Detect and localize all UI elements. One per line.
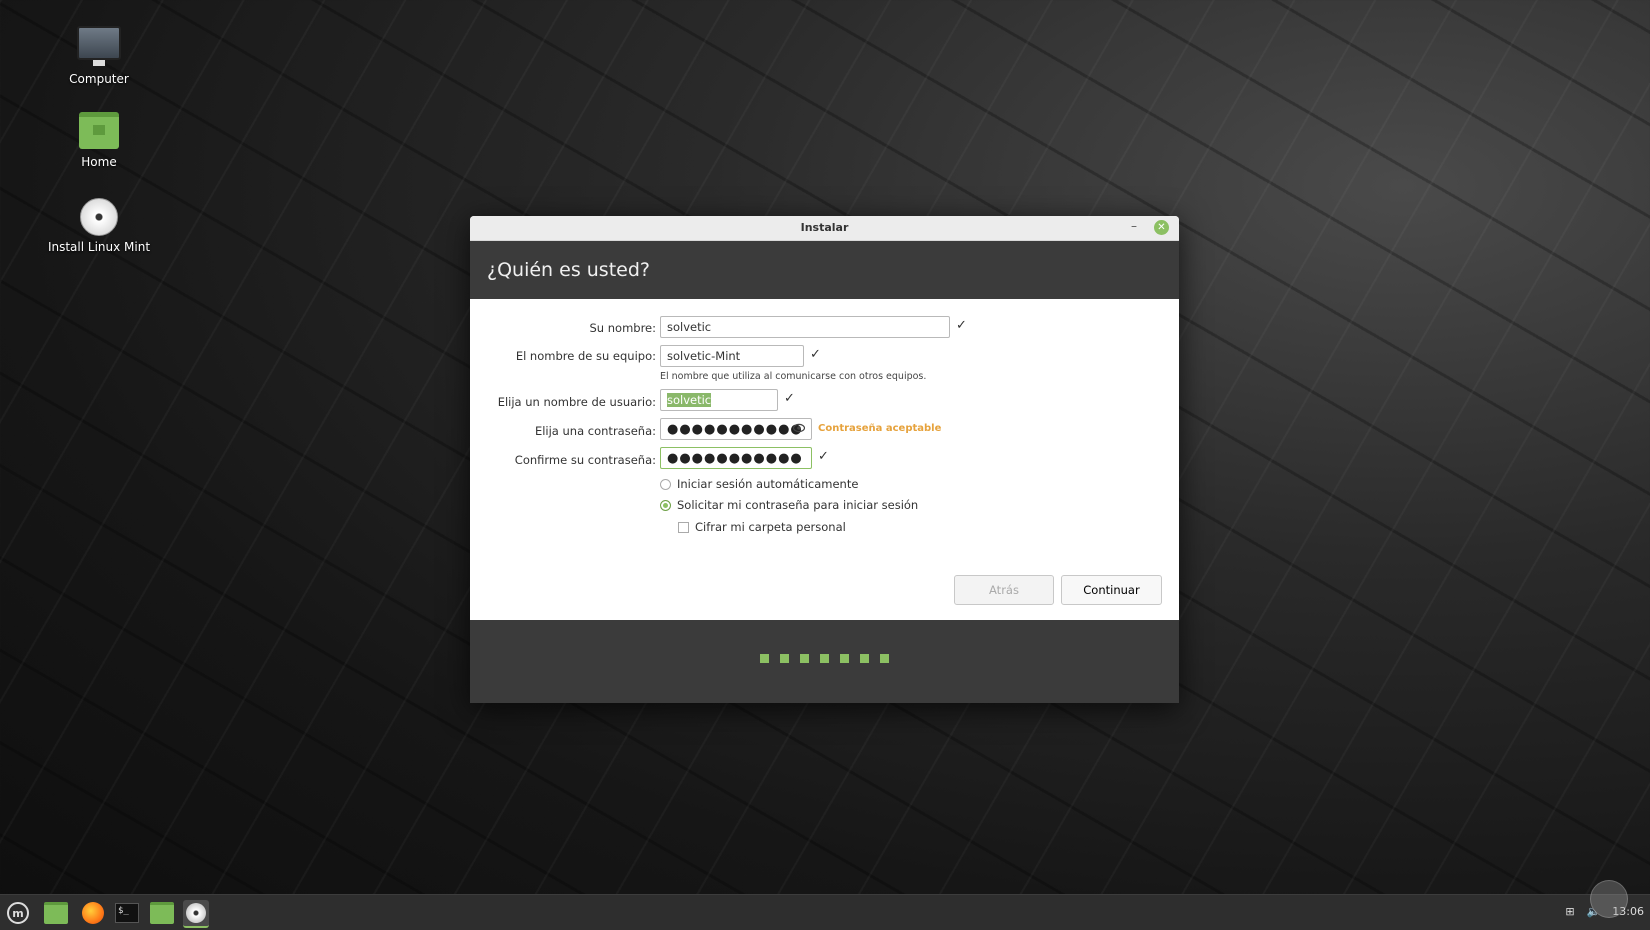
- check-icon: ✓: [810, 347, 821, 362]
- progress-steps: [470, 654, 1179, 663]
- show-password-icon[interactable]: [793, 422, 805, 434]
- check-icon: ✓: [956, 318, 967, 333]
- check-icon: ✓: [784, 391, 795, 406]
- encrypt-home-label: Cifrar mi carpeta personal: [695, 520, 846, 534]
- firefox-icon: [82, 902, 104, 924]
- terminal-launcher[interactable]: $_: [114, 900, 140, 926]
- files-launcher[interactable]: [149, 900, 175, 926]
- close-button[interactable]: ✕: [1154, 220, 1169, 235]
- show-desktop-button[interactable]: [43, 900, 69, 926]
- require-password-label: Solicitar mi contraseña para iniciar ses…: [677, 498, 919, 512]
- minimize-button[interactable]: –: [1127, 219, 1141, 233]
- menu-button[interactable]: m: [5, 900, 31, 926]
- disc-icon: [80, 198, 118, 236]
- installer-window: Instalar – ✕ ¿Quién es usted? Su nombre:…: [470, 216, 1179, 703]
- desktop-icon-label: Install Linux Mint: [47, 240, 151, 254]
- radio-autologin[interactable]: [660, 478, 671, 490]
- back-button[interactable]: Atrás: [954, 575, 1054, 605]
- autologin-option[interactable]: Iniciar sesión automáticamente: [660, 477, 858, 491]
- home-folder-icon: [79, 112, 119, 149]
- autologin-label: Iniciar sesión automáticamente: [677, 477, 859, 491]
- password-label: Elija una contraseña:: [534, 424, 656, 438]
- progress-step: [840, 654, 849, 663]
- terminal-icon: $_: [115, 903, 139, 923]
- password-value: ●●●●●●●●●●●: [667, 422, 803, 437]
- window-title: Instalar: [800, 221, 849, 234]
- name-label: Su nombre:: [589, 321, 657, 335]
- desktop-folder-icon: [44, 902, 68, 924]
- page-header: ¿Quién es usted?: [470, 241, 1179, 299]
- desktop-icon-label: Home: [81, 155, 117, 169]
- taskbar: m $_ ⊞ 🔈 13:06: [0, 894, 1650, 930]
- progress-step: [780, 654, 789, 663]
- username-label: Elija un nombre de usuario:: [497, 395, 656, 409]
- checkbox-encrypt-home[interactable]: [678, 521, 689, 533]
- desktop-icon-install[interactable]: Install Linux Mint: [44, 198, 154, 254]
- confirm-password-value: ●●●●●●●●●●●: [667, 451, 803, 466]
- watermark-logo: [1590, 880, 1628, 918]
- password-strength: Contraseña aceptable: [818, 423, 942, 434]
- user-form: Su nombre: solvetic ✓ El nombre de su eq…: [470, 299, 1179, 621]
- desktop-icon-label: Computer: [69, 72, 129, 86]
- check-icon: ✓: [818, 449, 829, 464]
- installer-task[interactable]: [183, 900, 209, 928]
- name-value: solvetic: [667, 320, 712, 334]
- progress-step: [760, 654, 769, 663]
- desktop-icon-computer[interactable]: Computer: [44, 26, 154, 86]
- progress-footer: [470, 620, 1179, 703]
- page-title: ¿Quién es usted?: [487, 259, 650, 281]
- confirm-password-label: Confirme su contraseña:: [514, 453, 656, 467]
- confirm-password-input[interactable]: ●●●●●●●●●●●: [660, 447, 812, 469]
- username-value: solvetic: [667, 393, 712, 407]
- continue-button[interactable]: Continuar: [1061, 575, 1162, 605]
- computer-name-input[interactable]: solvetic-Mint: [660, 345, 804, 367]
- folder-icon: [150, 902, 174, 924]
- progress-step: [860, 654, 869, 663]
- firefox-launcher[interactable]: [80, 900, 106, 926]
- computer-name-label: El nombre de su equipo:: [515, 349, 656, 363]
- encrypt-home-option[interactable]: Cifrar mi carpeta personal: [678, 520, 846, 534]
- mint-logo-icon: m: [7, 902, 29, 924]
- progress-step: [880, 654, 889, 663]
- disc-icon: [186, 903, 206, 923]
- radio-require-password[interactable]: [660, 499, 671, 511]
- progress-step: [820, 654, 829, 663]
- require-password-option[interactable]: Solicitar mi contraseña para iniciar ses…: [660, 498, 918, 512]
- computer-name-hint: El nombre que utiliza al comunicarse con…: [660, 371, 927, 382]
- computer-icon: [77, 26, 121, 66]
- desktop-icon-home[interactable]: Home: [44, 112, 154, 169]
- progress-step: [800, 654, 809, 663]
- username-input[interactable]: solvetic: [660, 389, 778, 411]
- network-icon[interactable]: ⊞: [1565, 905, 1574, 918]
- name-input[interactable]: solvetic: [660, 316, 950, 338]
- titlebar[interactable]: Instalar – ✕: [470, 216, 1179, 241]
- computer-name-value: solvetic-Mint: [667, 349, 741, 363]
- password-input[interactable]: ●●●●●●●●●●●: [660, 418, 812, 440]
